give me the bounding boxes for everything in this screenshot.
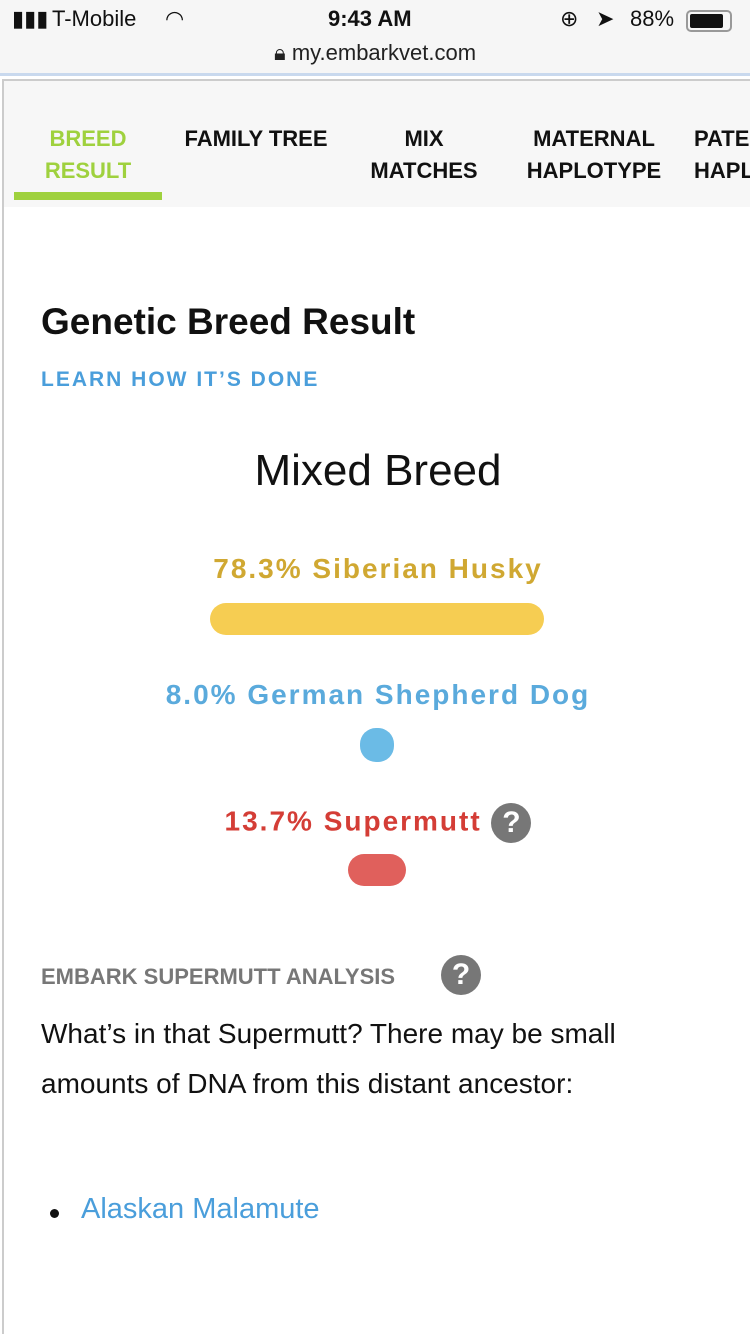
learn-how-link[interactable]: LEARN HOW IT’S DONE — [41, 368, 319, 392]
ancestor-link[interactable]: Alaskan Malamute — [81, 1193, 320, 1226]
supermutt-description: What’s in that Supermutt? There may be s… — [41, 1018, 616, 1099]
url-text: my.embarkvet.com — [291, 40, 477, 65]
breed-result: Mixed Breed — [254, 446, 502, 495]
tab-maternal-haplotype[interactable]: MATERNAL HAPLOTYPE — [512, 123, 676, 187]
breed-label-husky: 78.3% Siberian Husky — [213, 553, 543, 584]
tab-family-tree[interactable]: FAMILY TREE — [174, 123, 338, 155]
breed-label-supermutt: 13.7% Supermutt ? — [4, 803, 750, 843]
battery-icon — [686, 10, 732, 32]
signal-icon: ▮▮▮ — [12, 6, 49, 31]
wifi-icon: ◠ — [165, 6, 185, 31]
rotation-lock-icon: ⊕ — [560, 6, 579, 31]
question-circle-icon[interactable]: ? — [441, 955, 482, 995]
address-bar[interactable]: 🔒︎ my.embarkvet.com — [0, 40, 750, 66]
breed-bar-gsd — [360, 728, 394, 762]
tab-paternal-haplotype[interactable]: PATERNAL HAPLOTYPE — [694, 123, 750, 187]
status-bar: ▮▮▮ T-Mobile ◠ 9:43 AM ⊕ ➤ 88% 🔒︎ my.emb… — [0, 0, 750, 76]
breed-bar-supermutt — [348, 854, 406, 886]
breed-label-gsd: 8.0% German Shepherd Dog — [165, 679, 591, 710]
battery-percent: 88% — [630, 6, 675, 31]
clock: 9:43 AM — [328, 6, 412, 31]
tab-bar: BREED RESULT FAMILY TREE MIX MATCHES MAT… — [4, 81, 750, 207]
active-tab-indicator — [14, 192, 162, 200]
breed-bar-husky — [210, 603, 544, 635]
web-page: BREED RESULT FAMILY TREE MIX MATCHES MAT… — [2, 79, 750, 1334]
tab-mix-matches[interactable]: MIX MATCHES — [354, 123, 494, 187]
location-icon: ➤ — [596, 6, 615, 31]
heading-text: EMBARK SUPERMUTT ANALYSIS — [41, 963, 396, 989]
supermutt-label: 13.7% Supermutt — [224, 805, 482, 837]
page-title: Genetic Breed Result — [41, 301, 416, 342]
tab-breed-result[interactable]: BREED RESULT — [14, 123, 162, 187]
supermutt-heading: EMBARK SUPERMUTT ANALYSIS? — [41, 955, 482, 995]
lock-icon: 🔒︎ — [273, 40, 286, 65]
question-circle-icon[interactable]: ? — [491, 803, 532, 843]
carrier: T-Mobile — [52, 6, 137, 31]
bullet-icon — [50, 1209, 59, 1218]
